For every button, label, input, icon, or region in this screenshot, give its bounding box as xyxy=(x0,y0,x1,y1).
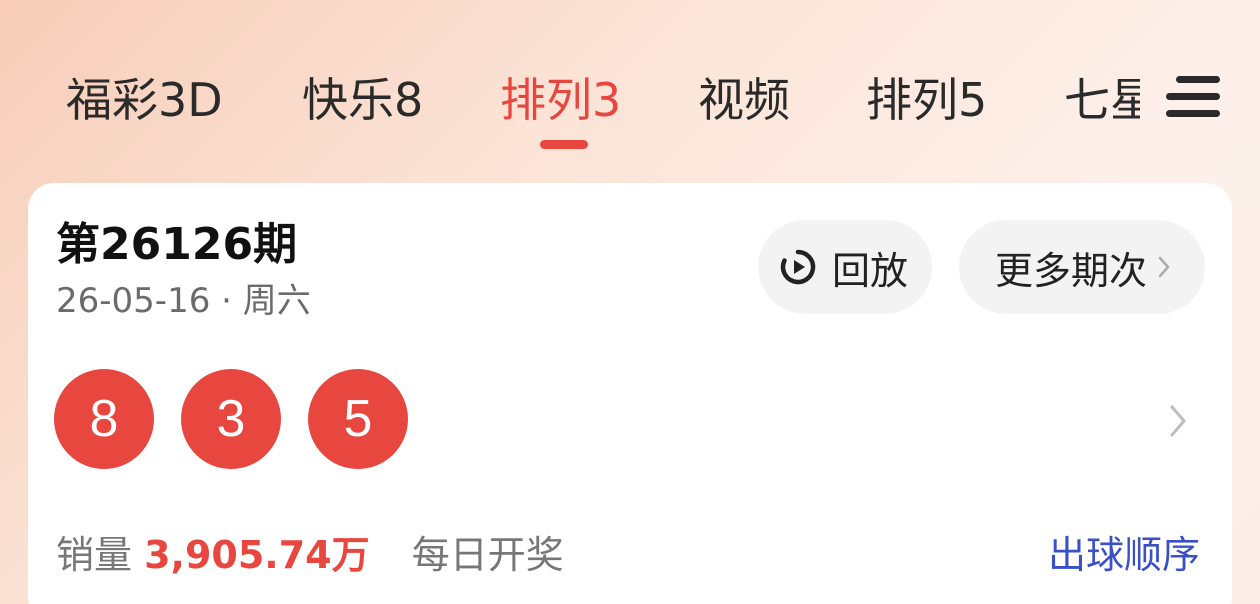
tab-qixingcai[interactable]: 七星彩 xyxy=(1064,70,1140,130)
tab-fucai-3d[interactable]: 福彩3D xyxy=(66,70,223,130)
ball-order-link[interactable]: 出球顺序 xyxy=(1048,529,1200,581)
winning-number-ball: 3 xyxy=(181,369,281,469)
tab-kuaile-8[interactable]: 快乐8 xyxy=(302,70,423,130)
chevron-right-icon[interactable] xyxy=(1166,401,1190,441)
tab-pailie-3[interactable]: 排列3 xyxy=(500,70,621,130)
menu-icon[interactable] xyxy=(1162,70,1224,124)
sales-unit: 万 xyxy=(331,533,370,577)
winning-number-ball: 8 xyxy=(54,369,154,469)
sales-label: 销量 xyxy=(56,533,133,577)
issue-number: 第26126期 xyxy=(56,219,298,270)
replay-icon xyxy=(778,247,818,287)
tab-pailie-5[interactable]: 排列5 xyxy=(866,70,987,130)
chevron-right-icon xyxy=(1157,255,1171,279)
tab-video[interactable]: 视频 xyxy=(698,70,790,130)
sales-value: 3,905.74 xyxy=(144,533,332,577)
sales-info: 销量 3,905.74万 每日开奖 xyxy=(56,529,564,581)
lottery-tab-bar: 福彩3D 快乐8 排列3 视频 排列5 七星彩 xyxy=(0,60,1140,160)
replay-button[interactable]: 回放 xyxy=(758,220,932,314)
replay-label: 回放 xyxy=(832,248,909,293)
draw-frequency: 每日开奖 xyxy=(411,533,564,577)
active-tab-indicator xyxy=(540,140,588,149)
draw-date: 26-05-16 · 周六 xyxy=(56,281,311,321)
more-issues-button[interactable]: 更多期次 xyxy=(959,220,1205,314)
draw-result-card[interactable]: 第26126期 26-05-16 · 周六 回放 更多期次 8 3 5 销量 3… xyxy=(28,183,1232,604)
more-issues-label: 更多期次 xyxy=(995,248,1148,293)
winning-number-ball: 5 xyxy=(308,369,408,469)
